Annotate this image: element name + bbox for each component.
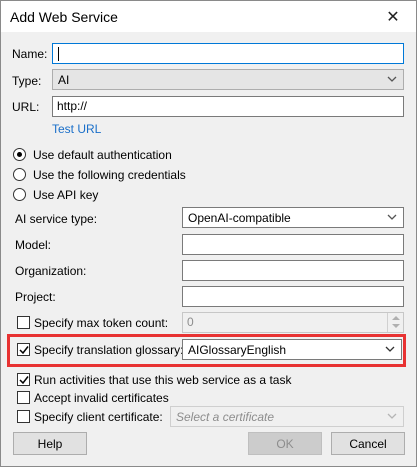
- cancel-button[interactable]: Cancel: [331, 432, 405, 455]
- max-token-stepper[interactable]: 0: [182, 312, 404, 333]
- close-icon[interactable]: ✕: [370, 1, 416, 32]
- url-value: http://: [57, 99, 88, 113]
- model-label: Model:: [15, 238, 52, 252]
- default-auth-label: Use default authentication: [33, 148, 172, 162]
- text-caret: [58, 47, 59, 61]
- project-field[interactable]: [182, 286, 404, 307]
- ai-service-type-dropdown[interactable]: OpenAI-compatible: [182, 207, 404, 228]
- ai-service-type-value: OpenAI-compatible: [188, 211, 291, 225]
- glossary-checkbox[interactable]: [17, 343, 30, 356]
- type-dropdown[interactable]: AI: [52, 69, 404, 90]
- client-cert-checkbox[interactable]: [17, 410, 30, 423]
- max-token-checkbox[interactable]: [17, 316, 30, 329]
- checkmark-icon: [19, 346, 29, 355]
- title-bar: Add Web Service ✕: [1, 1, 416, 32]
- max-token-label: Specify max token count:: [34, 316, 169, 330]
- type-label: Type:: [12, 74, 42, 88]
- organization-field[interactable]: [182, 260, 404, 281]
- client-cert-placeholder: Select a certificate: [176, 410, 275, 424]
- url-label: URL:: [12, 100, 40, 114]
- name-field[interactable]: [52, 43, 404, 64]
- glossary-dropdown[interactable]: AIGlossaryEnglish: [182, 339, 402, 360]
- checkmark-icon: [19, 376, 29, 385]
- test-url-link[interactable]: Test URL: [52, 122, 101, 136]
- ok-button[interactable]: OK: [248, 432, 322, 455]
- glossary-label: Specify translation glossary:: [34, 343, 184, 357]
- url-field[interactable]: http://: [52, 96, 404, 117]
- client-cert-label: Specify client certificate:: [34, 410, 163, 424]
- run-activities-label: Run activities that use this web service…: [34, 373, 292, 387]
- api-key-label: Use API key: [33, 188, 99, 202]
- ai-service-type-label: AI service type:: [15, 212, 98, 226]
- help-button[interactable]: Help: [13, 432, 87, 455]
- radio-default-auth[interactable]: [13, 148, 26, 161]
- accept-invalid-checkbox[interactable]: [17, 391, 30, 404]
- max-token-value: 0: [187, 315, 194, 329]
- organization-label: Organization:: [15, 264, 87, 278]
- spinner-arrows-icon[interactable]: [387, 313, 403, 332]
- chevron-down-icon: [387, 411, 397, 421]
- radio-api-key[interactable]: [13, 188, 26, 201]
- glossary-value: AIGlossaryEnglish: [188, 343, 287, 357]
- type-value: AI: [58, 73, 70, 87]
- radio-credentials[interactable]: [13, 168, 26, 181]
- dialog-title: Add Web Service: [10, 9, 118, 25]
- model-field[interactable]: [182, 234, 404, 255]
- accept-invalid-label: Accept invalid certificates: [34, 391, 169, 405]
- run-activities-checkbox[interactable]: [17, 373, 30, 386]
- add-web-service-dialog: Add Web Service ✕ Name: Type: AI URL: ht…: [0, 0, 417, 467]
- name-label: Name:: [12, 47, 48, 61]
- chevron-down-icon: [385, 344, 395, 354]
- client-cert-dropdown[interactable]: Select a certificate: [170, 406, 404, 427]
- chevron-down-icon: [387, 212, 397, 222]
- credentials-label: Use the following credentials: [33, 168, 186, 182]
- project-label: Project:: [15, 290, 56, 304]
- chevron-down-icon: [387, 74, 397, 84]
